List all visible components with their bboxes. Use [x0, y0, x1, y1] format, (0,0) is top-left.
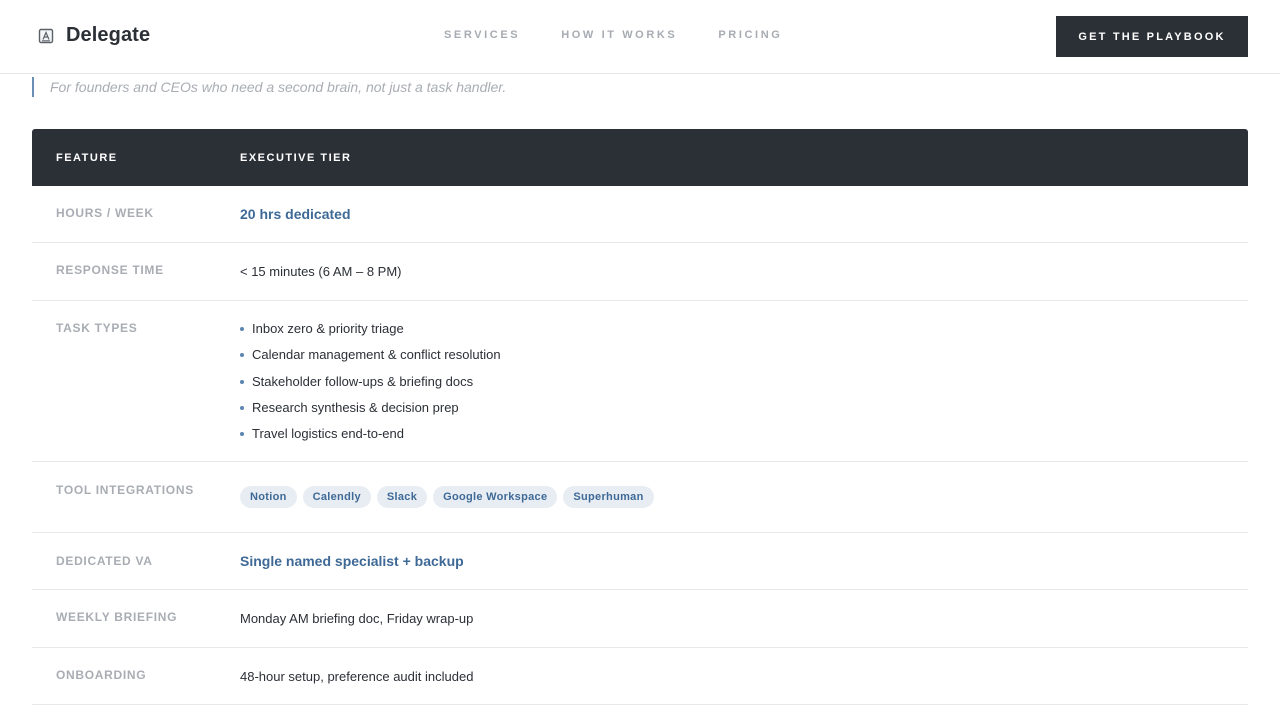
- row-value: Single named specialist + backup: [240, 553, 464, 569]
- row-label: TOOL INTEGRATIONS: [56, 483, 194, 497]
- tool-chip-notion: Notion: [240, 486, 297, 508]
- task-list: Inbox zero & priority triage Calendar ma…: [240, 301, 1248, 452]
- nav-link-how-it-works[interactable]: HOW IT WORKS: [561, 29, 677, 41]
- table-row-response-time: RESPONSE TIME < 15 minutes (6 AM – 8 PM): [32, 243, 1248, 301]
- table-row-task-types: TASK TYPES Inbox zero & priority triage …: [32, 301, 1248, 462]
- tool-chip-google-workspace: Google Workspace: [433, 486, 558, 508]
- row-label: TASK TYPES: [56, 321, 138, 335]
- column-header-feature: FEATURE: [56, 151, 118, 164]
- top-navigation-bar: Delegate SERVICES HOW IT WORKS PRICING G…: [0, 0, 1280, 74]
- column-header-executive-tier: EXECUTIVE TIER: [240, 151, 352, 164]
- tool-chip-superhuman: Superhuman: [563, 486, 654, 508]
- table-row-dedicated-va: DEDICATED VA Single named specialist + b…: [32, 533, 1248, 590]
- table-row-onboarding: ONBOARDING 48-hour setup, preference aud…: [32, 648, 1248, 705]
- tool-chip-slack: Slack: [376, 486, 428, 508]
- row-label: WEEKLY BRIEFING: [56, 610, 178, 624]
- row-value: 48-hour setup, preference audit included: [240, 669, 474, 684]
- brand-name: Delegate: [66, 24, 151, 46]
- row-value: 20 hrs dedicated: [240, 206, 351, 222]
- table-row-hours: HOURS / WEEK 20 hrs dedicated: [32, 186, 1248, 243]
- row-label: RESPONSE TIME: [56, 263, 164, 277]
- row-value: < 15 minutes (6 AM – 8 PM): [240, 264, 402, 279]
- table-row-weekly-briefing: WEEKLY BRIEFING Monday AM briefing doc, …: [32, 590, 1248, 648]
- row-value: Inbox zero & priority triage Calendar ma…: [240, 301, 1248, 461]
- nav-link-pricing[interactable]: PRICING: [718, 29, 782, 41]
- get-playbook-button[interactable]: GET THE PLAYBOOK: [1056, 16, 1248, 57]
- row-label: DEDICATED VA: [56, 554, 153, 568]
- brand-logo[interactable]: Delegate: [38, 24, 150, 47]
- list-item: Stakeholder follow-ups & briefing docs: [240, 374, 1248, 400]
- feature-comparison-table: FEATURE EXECUTIVE TIER HOURS / WEEK 20 h…: [32, 129, 1248, 705]
- list-item: Travel logistics end-to-end: [240, 426, 1248, 452]
- list-item: Calendar management & conflict resolutio…: [240, 347, 1248, 373]
- main-nav: SERVICES HOW IT WORKS PRICING: [444, 29, 782, 41]
- list-item: Inbox zero & priority triage: [240, 321, 1248, 347]
- table-header: FEATURE EXECUTIVE TIER: [32, 129, 1248, 186]
- list-item: Research synthesis & decision prep: [240, 400, 1248, 426]
- nav-link-services[interactable]: SERVICES: [444, 29, 520, 41]
- row-label: HOURS / WEEK: [56, 206, 154, 220]
- integration-chips: Notion Calendly Slack Google Workspace S…: [240, 462, 1248, 532]
- row-value: Monday AM briefing doc, Friday wrap-up: [240, 611, 474, 626]
- row-label: ONBOARDING: [56, 668, 147, 682]
- table-row-tool-integrations: TOOL INTEGRATIONS Notion Calendly Slack …: [32, 462, 1248, 533]
- tool-chip-calendly: Calendly: [302, 486, 371, 508]
- tagline-quote: For founders and CEOs who need a second …: [32, 77, 506, 97]
- document-icon: [38, 28, 54, 43]
